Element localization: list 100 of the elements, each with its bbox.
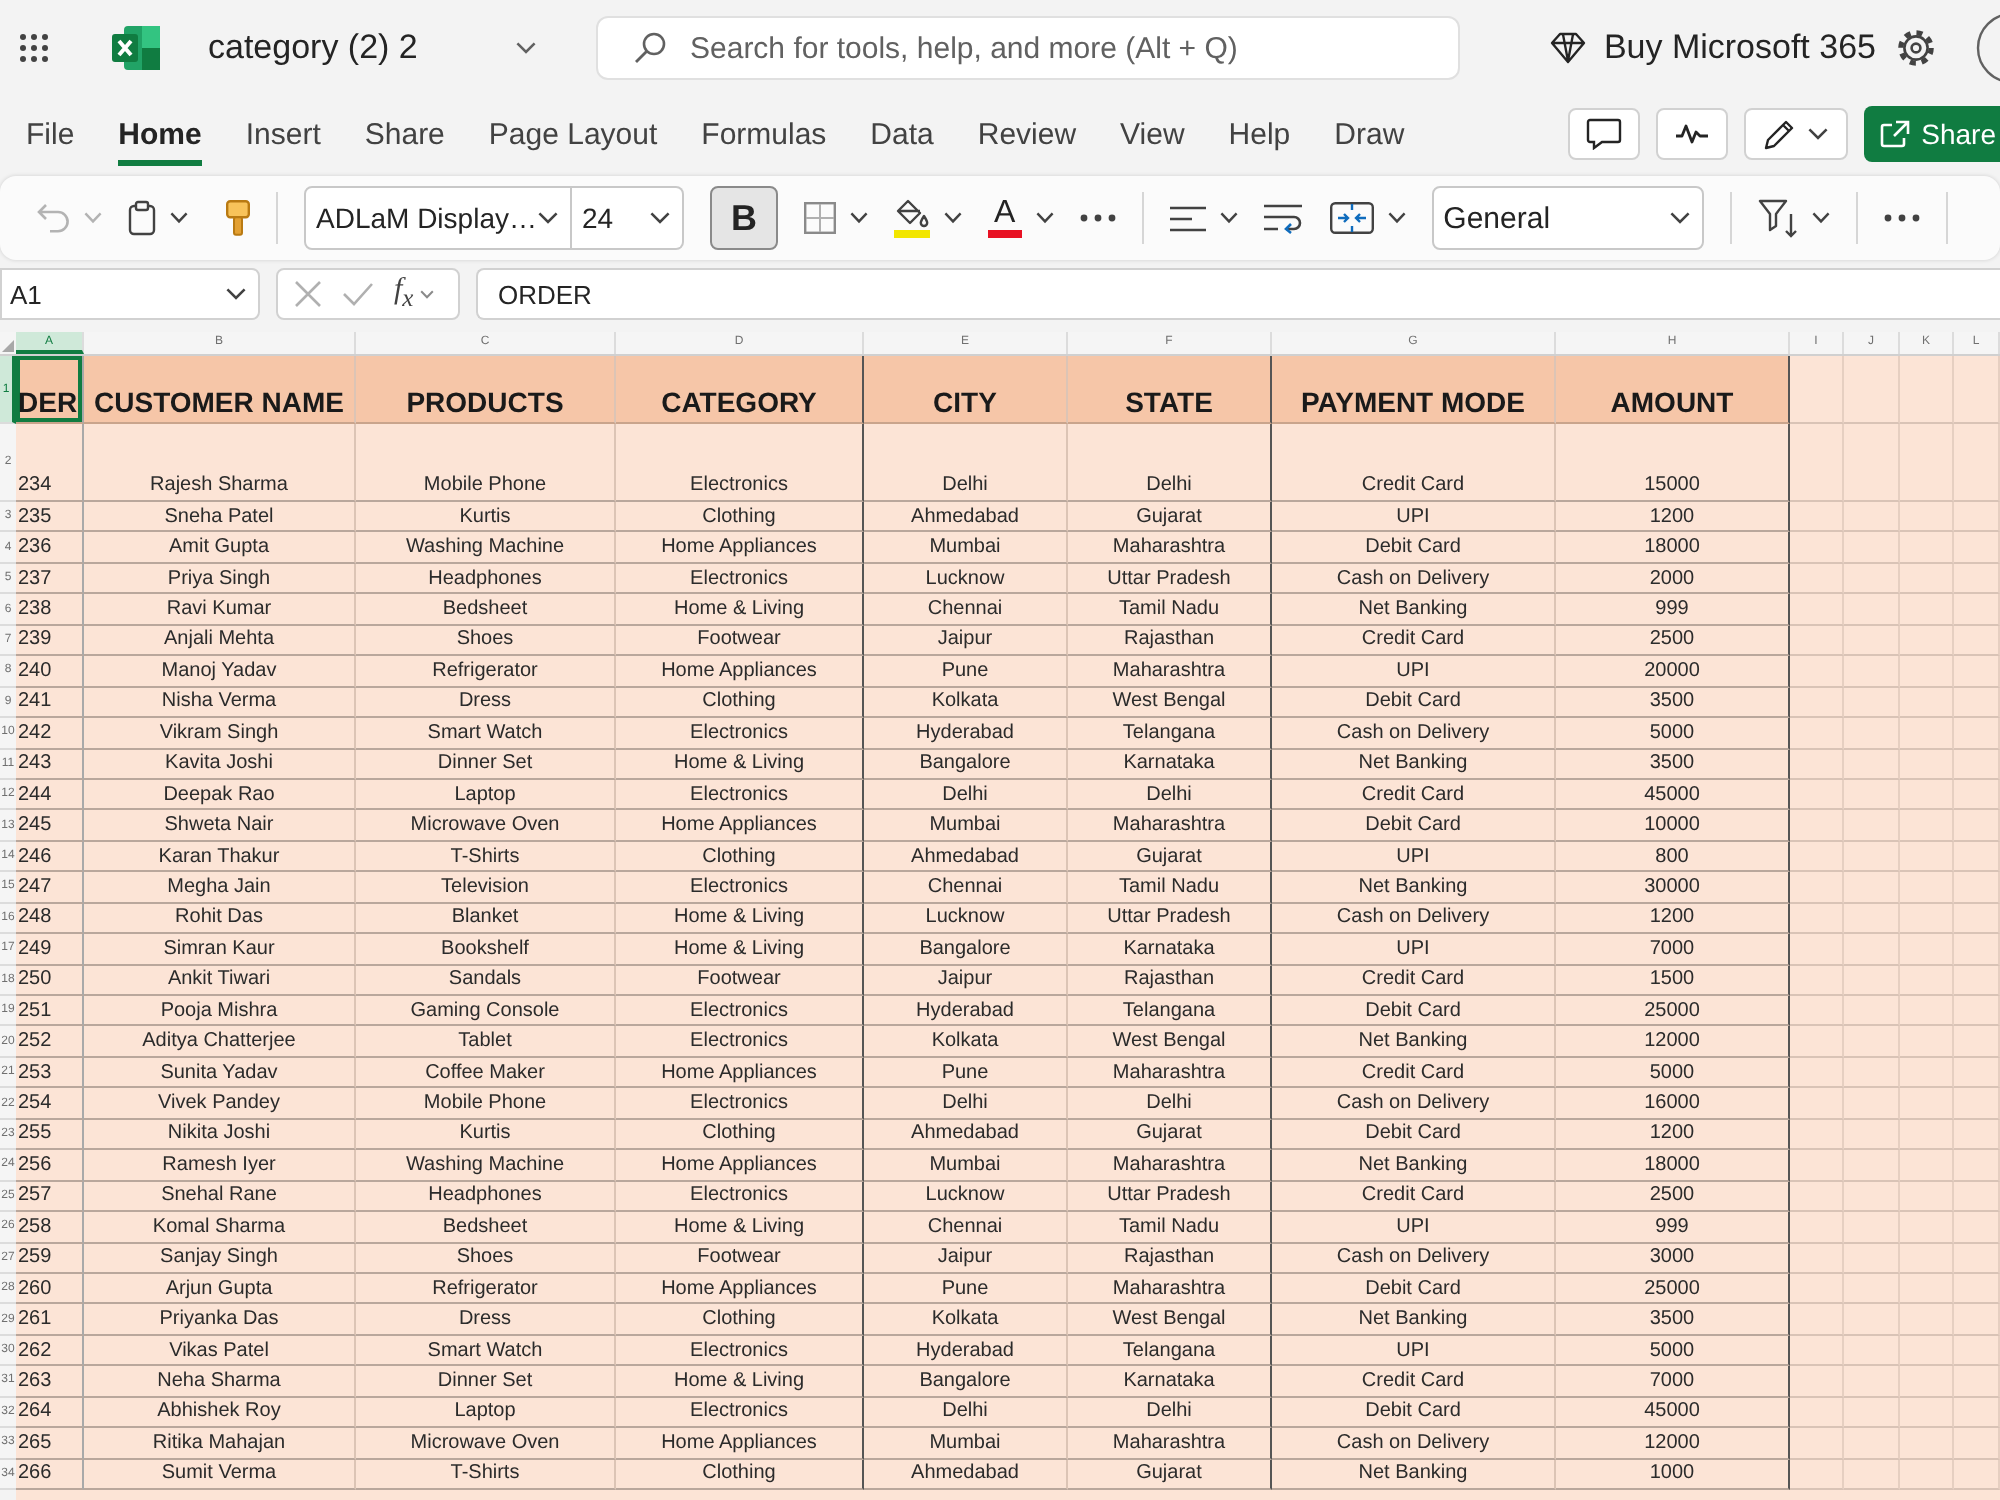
table-cell: Bedsheet	[356, 594, 616, 626]
menu-tab[interactable]: Page Layout	[488, 102, 658, 166]
table-cell: 3500	[1556, 749, 1790, 780]
empty-cell	[1954, 996, 2000, 1027]
empty-cell	[1790, 1304, 1844, 1336]
dots-grid-icon[interactable]	[20, 34, 48, 62]
table-cell: 45000	[1556, 779, 1790, 811]
menu-tab[interactable]: View	[1120, 102, 1185, 166]
menu-tab[interactable]: Review	[977, 102, 1077, 166]
spreadsheet-logo-icon[interactable]	[112, 26, 160, 70]
settings-icon[interactable]	[1896, 28, 1936, 68]
wrap-text-icon[interactable]	[1263, 203, 1304, 233]
avatar-icon[interactable]	[1976, 12, 2000, 84]
empty-cell	[1954, 1243, 2000, 1274]
table-cell: UPI	[1272, 841, 1556, 873]
paintbrush-icon[interactable]	[226, 200, 250, 236]
table-cell: Headphones	[356, 1181, 616, 1213]
empty-cell	[1790, 625, 1844, 657]
menu-tab[interactable]: Insert	[245, 102, 321, 166]
empty-cell	[1790, 996, 1844, 1027]
empty-cell	[1900, 1057, 1954, 1089]
table-cell: Kurtis	[356, 1119, 616, 1151]
empty-cell	[1790, 424, 1844, 502]
table-cell: Clothing	[616, 1459, 864, 1490]
share-button[interactable]: Share	[1863, 106, 2000, 162]
table-cell: Credit Card	[1272, 1366, 1556, 1398]
menu-tab[interactable]: Formulas	[701, 102, 827, 166]
search-field[interactable]: Search for tools, help, and more (Alt + Q)	[596, 16, 1460, 80]
menu-tab[interactable]: Share	[364, 102, 445, 166]
menu-tab[interactable]: File	[26, 102, 75, 166]
empty-cell	[1790, 841, 1844, 873]
menu-tab[interactable]: Draw	[1334, 102, 1405, 166]
table-cell: 264	[16, 1397, 84, 1429]
empty-cell	[1900, 594, 1954, 626]
empty-cell	[1954, 810, 2000, 842]
number-format-dropdown[interactable]: General	[1431, 186, 1704, 250]
table-header-cell: CITY	[864, 356, 1068, 424]
empty-cell	[1790, 502, 1844, 533]
menu-tab[interactable]: Help	[1228, 102, 1291, 166]
bold-button[interactable]: B	[710, 186, 778, 250]
editing-button[interactable]	[1743, 108, 1848, 160]
table-cell: Mumbai	[864, 532, 1068, 564]
formula-field[interactable]: ORDER	[476, 268, 2000, 320]
borders-icon	[804, 202, 836, 234]
table-cell: Uttar Pradesh	[1068, 1181, 1272, 1213]
menu-tab[interactable]: Home	[118, 102, 202, 166]
table-cell: 255	[16, 1119, 84, 1151]
table-cell: Aditya Chatterjee	[84, 1026, 356, 1058]
table-cell: Telangana	[1068, 718, 1272, 749]
table-cell: Bangalore	[864, 1366, 1068, 1398]
table-cell: Delhi	[1068, 1397, 1272, 1429]
table-cell: Vikram Singh	[84, 718, 356, 749]
font-dropdown[interactable]: ADLaM Display…	[304, 186, 572, 250]
empty-cell	[1954, 1459, 2000, 1490]
empty-cell	[1790, 1243, 1844, 1274]
table-cell: Electronics	[616, 718, 864, 749]
table-cell: Uttar Pradesh	[1068, 563, 1272, 595]
empty-cell	[1844, 687, 1900, 719]
table-cell: Ahmedabad	[864, 1119, 1068, 1151]
table-cell: 30000	[1556, 872, 1790, 904]
table-cell: Telangana	[1068, 996, 1272, 1027]
more-icon[interactable]	[1883, 214, 1920, 222]
table-cell: Washing Machine	[356, 532, 616, 564]
file-title-button[interactable]: category (2) 2	[208, 18, 536, 78]
table-cell: Megha Jain	[84, 872, 356, 904]
comments-button[interactable]	[1567, 108, 1640, 160]
empty-cell	[1844, 1428, 1900, 1460]
table-cell: 237	[16, 563, 84, 595]
table-cell: Anjali Mehta	[84, 625, 356, 657]
empty-cell	[1954, 1088, 2000, 1120]
name-box[interactable]: A1	[0, 268, 260, 320]
font-color-button[interactable]: A	[988, 188, 1054, 248]
table-cell: Ahmedabad	[864, 1459, 1068, 1490]
table-cell: Electronics	[616, 1397, 864, 1429]
empty-cell	[1844, 1181, 1900, 1213]
table-cell: Maharashtra	[1068, 1273, 1272, 1305]
table-cell: Electronics	[616, 996, 864, 1027]
empty-cell	[1954, 872, 2000, 904]
activity-button[interactable]	[1655, 108, 1728, 160]
table-cell: Debit Card	[1272, 1273, 1556, 1305]
empty-cell	[1844, 656, 1900, 688]
table-cell: 266	[16, 1459, 84, 1490]
font-size-dropdown[interactable]: 24	[572, 186, 684, 250]
table-cell: Laptop	[356, 779, 616, 811]
empty-cell	[1844, 810, 1900, 842]
table-cell: 3500	[1556, 687, 1790, 719]
buy-button[interactable]: Buy Microsoft 365	[1549, 28, 1876, 68]
table-cell: Pune	[864, 656, 1068, 688]
table-cell: Television	[356, 872, 616, 904]
table-cell: 265	[16, 1428, 84, 1460]
more-icon[interactable]	[1079, 214, 1116, 222]
table-cell: Sanjay Singh	[84, 1243, 356, 1274]
table-cell: Hyderabad	[864, 718, 1068, 749]
table-cell: Home Appliances	[616, 1150, 864, 1182]
menu-tab[interactable]: Data	[870, 102, 934, 166]
table-cell: Bookshelf	[356, 934, 616, 966]
table-cell: Gujarat	[1068, 1459, 1272, 1490]
table-cell: Gaming Console	[356, 996, 616, 1027]
table-cell: Mumbai	[864, 810, 1068, 842]
insert-function-button[interactable]: f$_{x}$	[394, 274, 434, 314]
